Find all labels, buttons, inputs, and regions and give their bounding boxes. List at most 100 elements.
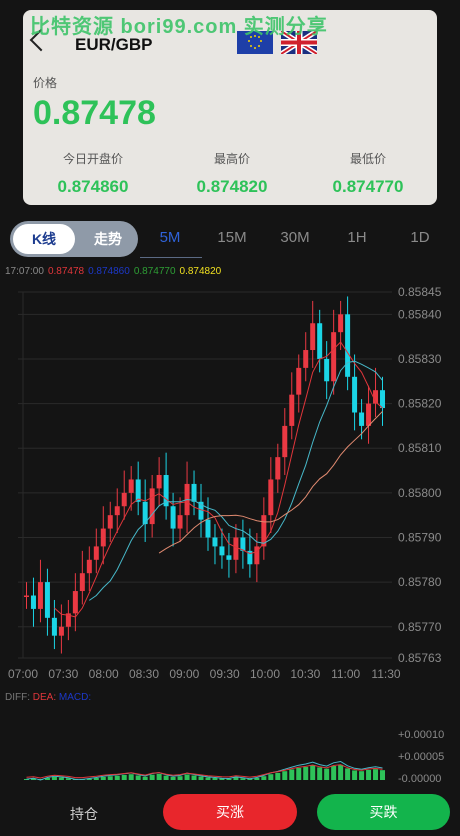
tab-30m[interactable]: 30M xyxy=(265,229,325,246)
candle-body xyxy=(51,617,57,636)
macd-bar xyxy=(191,775,197,780)
macd-bar xyxy=(359,771,365,780)
y-tick-label: 0.85780 xyxy=(398,575,442,589)
macd-bar xyxy=(310,765,316,780)
macd-bar xyxy=(142,776,148,780)
stat-low: 最低价 0.874770 xyxy=(298,150,438,197)
candle-body xyxy=(219,546,225,556)
candle-body xyxy=(128,479,134,493)
stat-open: 今日开盘价 0.874860 xyxy=(23,150,163,197)
kline-toggle[interactable]: K线 xyxy=(13,224,75,254)
candle-body xyxy=(331,332,337,382)
macd-bar xyxy=(233,777,239,780)
macd-bar xyxy=(135,775,141,780)
y-tick-label: 0.85820 xyxy=(398,397,442,411)
stat-high: 最高价 0.874820 xyxy=(162,150,302,197)
candle-body xyxy=(177,515,183,529)
x-tick-label: 09:30 xyxy=(210,667,240,681)
macd-bar xyxy=(317,767,323,780)
price-label: 价格 xyxy=(33,76,58,90)
stat-high-label: 最高价 xyxy=(213,152,250,166)
macd-bar xyxy=(184,774,190,780)
candle-body xyxy=(275,457,281,480)
y-tick-label: 0.85790 xyxy=(398,530,442,544)
x-tick-label: 09:00 xyxy=(169,667,199,681)
stat-low-value: 0.874770 xyxy=(332,177,404,196)
candle-body xyxy=(23,595,29,598)
legend-ma1: 0.874860 xyxy=(88,266,130,277)
candle-body xyxy=(345,314,351,377)
macd-bar xyxy=(380,770,386,780)
macd-bar xyxy=(51,776,57,780)
macd-legend-diff: DIFF: xyxy=(5,692,30,703)
x-tick-label: 07:30 xyxy=(48,667,78,681)
watermark: 比特资源 bori99.com 实测分享 xyxy=(30,16,328,38)
candle-body xyxy=(93,546,99,560)
macd-bar xyxy=(170,776,176,780)
candle-body xyxy=(30,595,36,609)
macd-bar xyxy=(331,765,337,780)
candle-body xyxy=(114,506,120,516)
tab-15m[interactable]: 15M xyxy=(202,229,262,246)
macd-legend-dea: DEA: xyxy=(32,692,57,703)
macd-tick-label: +0.00005 xyxy=(398,751,444,763)
candle-body xyxy=(233,537,239,560)
macd-bar xyxy=(198,776,204,780)
candle-body xyxy=(205,519,211,538)
chart-mode-toggle: K线 走势 xyxy=(10,221,138,257)
candlestick-chart[interactable]: 0.85845 0.85840 0.85830 0.85820 0.85810 0.858… xyxy=(0,280,460,700)
macd-bar xyxy=(163,775,169,780)
x-tick-label: 10:30 xyxy=(290,667,320,681)
candle-body xyxy=(282,425,288,458)
stat-high-value: 0.874820 xyxy=(196,177,268,196)
tab-5m[interactable]: 5M xyxy=(140,229,200,246)
candle-body xyxy=(226,555,232,560)
current-price: 0.87478 xyxy=(33,94,156,132)
candle-body xyxy=(352,376,358,413)
legend-ma2: 0.874770 xyxy=(133,266,176,277)
legend-ma3: 0.874820 xyxy=(179,266,222,277)
buy-down-button[interactable]: 买跌 xyxy=(317,794,450,830)
x-tick-label: 07:00 xyxy=(8,667,38,681)
macd-bar xyxy=(261,776,267,780)
macd-bar xyxy=(93,777,99,780)
tab-1h[interactable]: 1H xyxy=(327,229,387,246)
candle-body xyxy=(58,626,64,636)
y-tick-label: 0.85845 xyxy=(398,285,442,299)
macd-bar xyxy=(128,774,134,780)
trend-toggle[interactable]: 走势 xyxy=(80,224,136,254)
macd-bar xyxy=(114,775,120,780)
x-tick-label: 08:00 xyxy=(89,667,119,681)
hold-tab[interactable]: 持仓 xyxy=(34,804,134,824)
macd-bar xyxy=(303,766,309,780)
candle-body xyxy=(212,537,218,547)
macd-bar xyxy=(338,764,344,780)
candle-body xyxy=(100,528,106,547)
macd-bar xyxy=(107,776,113,780)
macd-legend: DIFF: DEA: MACD: xyxy=(5,692,91,703)
candle-body xyxy=(296,367,302,395)
macd-bar xyxy=(149,774,155,780)
macd-bar xyxy=(121,774,127,780)
candle-body xyxy=(310,323,316,351)
candle-body xyxy=(149,488,155,525)
candle-body xyxy=(121,492,127,507)
y-tick-label: 0.85840 xyxy=(398,307,442,321)
macd-bar xyxy=(296,767,302,780)
legend-time: 17:07:00 xyxy=(5,266,44,277)
candle-body xyxy=(135,479,141,502)
candle-body xyxy=(359,412,365,426)
tab-1d[interactable]: 1D xyxy=(390,229,450,246)
active-tab-underline xyxy=(140,257,202,258)
candle-body xyxy=(37,582,43,609)
macd-chart: +0.00010 +0.00005 -0.00000 xyxy=(23,729,444,785)
macd-bar xyxy=(373,769,379,780)
macd-bar xyxy=(345,768,351,780)
candle-body xyxy=(324,358,330,382)
buy-up-button[interactable]: 买涨 xyxy=(163,794,297,830)
macd-bar xyxy=(58,777,64,780)
x-tick-label: 10:00 xyxy=(250,667,280,681)
macd-bar xyxy=(212,777,218,780)
y-tick-label: 0.85770 xyxy=(398,620,442,634)
y-tick-label: 0.85830 xyxy=(398,352,442,366)
